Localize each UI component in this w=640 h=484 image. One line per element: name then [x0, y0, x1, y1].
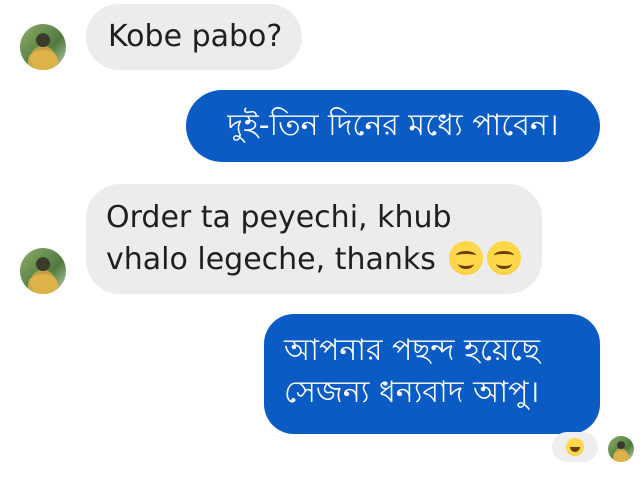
- message-text: vhalo legeche, thanks: [106, 242, 436, 277]
- contact-avatar[interactable]: [20, 24, 66, 70]
- laughing-face-icon: [566, 438, 584, 456]
- message-text: Order ta peyechi, khub: [106, 200, 452, 235]
- outgoing-message-bubble[interactable]: দুই-তিন দিনের মধ্যে পাবেন।: [186, 90, 600, 162]
- smiling-face-icon: [487, 241, 522, 275]
- incoming-message-bubble[interactable]: Kobe pabo?: [86, 4, 302, 70]
- outgoing-message-bubble[interactable]: আপনার পছন্দ হয়েছে সেজন্য ধন্যবাদ আপু।: [264, 314, 600, 434]
- incoming-message-bubble[interactable]: Order ta peyechi, khub vhalo legeche, th…: [86, 184, 542, 294]
- message-reaction[interactable]: [552, 432, 598, 462]
- smiling-face-icon: [449, 241, 484, 275]
- message-text: Kobe pabo?: [108, 19, 283, 54]
- contact-avatar[interactable]: [20, 248, 66, 294]
- message-text: দুই-তিন দিনের মধ্যে পাবেন।: [227, 108, 559, 143]
- message-text: সেজন্য ধন্যবাদ আপু।: [284, 375, 540, 410]
- seen-receipt-avatar: [608, 436, 634, 462]
- message-text: আপনার পছন্দ হয়েছে: [284, 333, 540, 368]
